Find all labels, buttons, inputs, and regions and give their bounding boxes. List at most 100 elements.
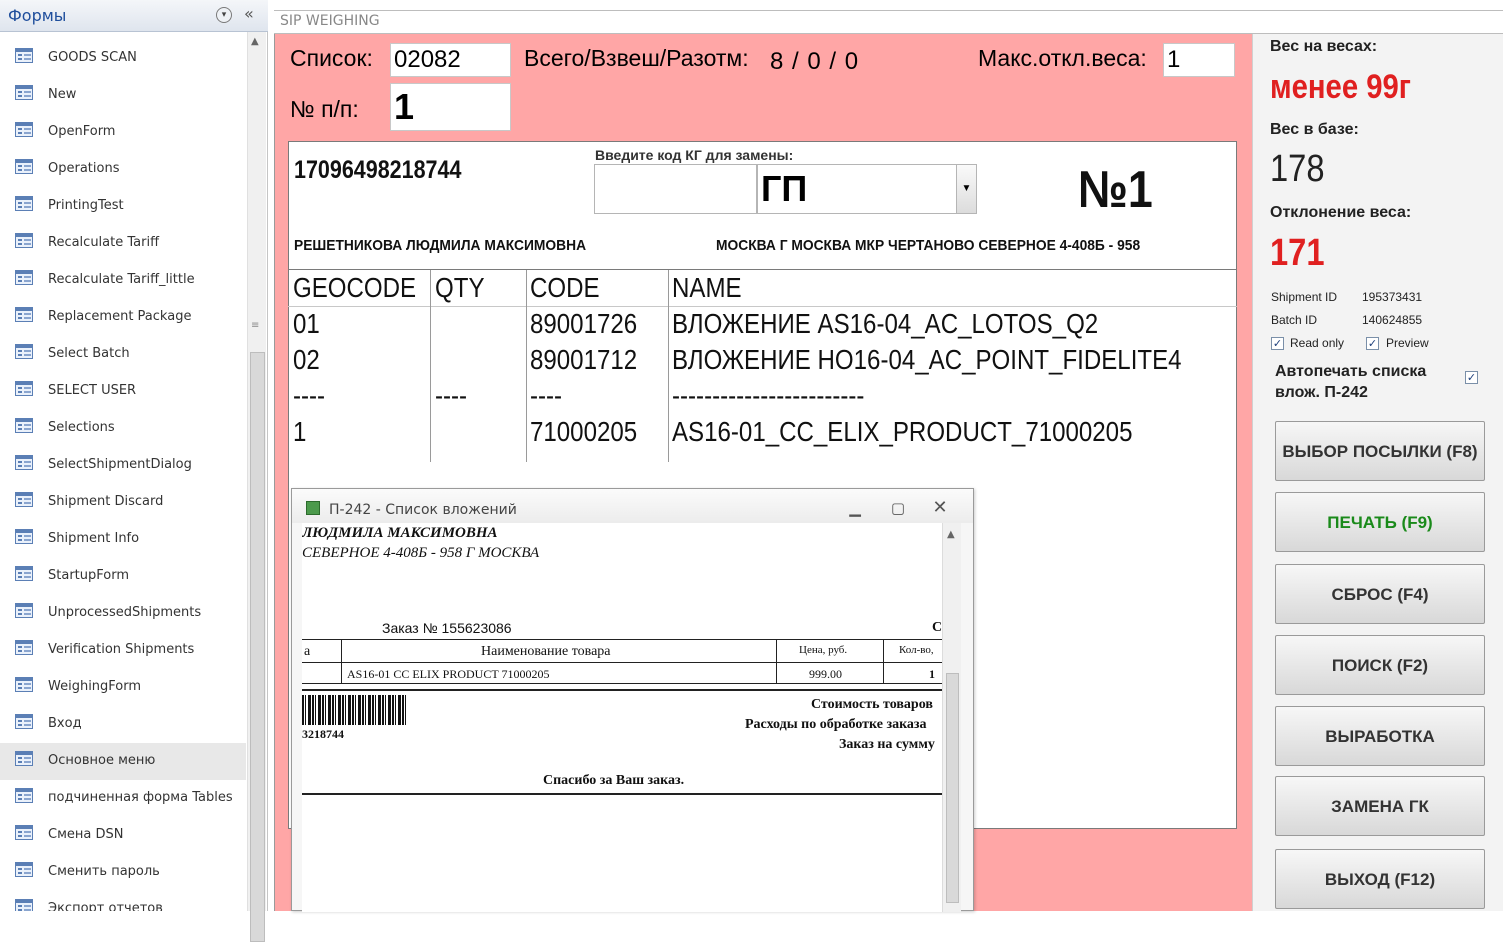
- nav-item[interactable]: Основное меню: [0, 743, 246, 780]
- chevron-down-icon[interactable]: ▾: [216, 7, 232, 23]
- nav-item-label: New: [48, 87, 77, 102]
- nav-item[interactable]: Сменить пароль: [0, 854, 246, 891]
- reset-button[interactable]: СБРОС (F4): [1275, 564, 1485, 624]
- report-order-number: Заказ № 155623086: [382, 620, 512, 636]
- seq-number-field[interactable]: 1: [390, 83, 511, 131]
- replace-gk-button[interactable]: ЗАМЕНА ГК: [1275, 776, 1485, 836]
- nav-item[interactable]: StartupForm: [0, 558, 246, 595]
- report-window[interactable]: П-242 - Список вложений ▁ ▢ ✕ ЛЮДМИЛА МА…: [291, 488, 974, 912]
- col-header-name: NAME: [672, 272, 742, 303]
- form-icon: [15, 270, 33, 285]
- nav-item[interactable]: UnprocessedShipments: [0, 595, 246, 632]
- print-button[interactable]: ПЕЧАТЬ (F9): [1275, 492, 1485, 552]
- maximize-icon[interactable]: ▢: [887, 499, 909, 517]
- report-divider: [302, 793, 942, 795]
- nav-item[interactable]: PrintingTest: [0, 188, 246, 225]
- nav-item-label: PrintingTest: [48, 198, 124, 213]
- report-window-titlebar[interactable]: П-242 - Список вложений ▁ ▢ ✕: [292, 489, 973, 523]
- form-icon: [15, 640, 33, 655]
- nav-scrollbar[interactable]: ▲ ≡: [247, 32, 266, 942]
- autoprint-label: Автопечать списка влож. П-242: [1275, 363, 1427, 401]
- cell-name: ВЛОЖЕНИЕ AS16-04_AC_LOTOS_Q2: [672, 308, 1099, 339]
- nav-item[interactable]: Replacement Package: [0, 299, 246, 336]
- report-item-name: AS16-01 CC ELIX PRODUCT 71000205: [347, 667, 550, 681]
- form-icon: [15, 677, 33, 692]
- nav-item[interactable]: SelectShipmentDialog: [0, 447, 246, 484]
- exit-button[interactable]: ВЫХОД (F12): [1275, 849, 1485, 909]
- nav-item[interactable]: Select Batch: [0, 336, 246, 373]
- minimize-icon[interactable]: ▁: [844, 499, 866, 517]
- list-label: Список:: [290, 45, 373, 71]
- navigation-pane: Формы ▾ « GOODS SCAN New OpenForm Operation…: [0, 0, 268, 942]
- nav-item-label: Вход: [48, 716, 82, 731]
- shipment-id-label: Shipment ID: [1271, 290, 1338, 304]
- nav-item[interactable]: OpenForm: [0, 114, 246, 151]
- cell-name: ------------------------: [672, 380, 865, 411]
- preview-label: Preview: [1386, 336, 1429, 350]
- nav-item-label: Shipment Discard: [48, 494, 164, 509]
- form-tab[interactable]: SIP WEIGHING: [274, 10, 1503, 34]
- form-icon: [15, 344, 33, 359]
- report-order-sum: Заказ на сумму: [839, 737, 935, 752]
- nav-title[interactable]: Формы: [8, 6, 66, 25]
- type-select-value: ГП: [761, 168, 808, 209]
- form-icon: [15, 85, 33, 100]
- select-shipment-button[interactable]: ВЫБОР ПОСЫЛКИ (F8): [1275, 421, 1485, 481]
- nav-item[interactable]: Operations: [0, 151, 246, 188]
- read-only-checkbox[interactable]: ✓: [1271, 337, 1284, 350]
- total-label: Всего/Взвеш/Разотм:: [524, 45, 749, 71]
- nav-item[interactable]: Recalculate Tariff: [0, 225, 246, 262]
- report-col-line: [776, 639, 777, 683]
- preview-checkbox[interactable]: ✓: [1366, 337, 1379, 350]
- nav-item-label: Основное меню: [48, 753, 156, 768]
- nav-item-label: SelectShipmentDialog: [48, 457, 192, 472]
- report-col-qty: Кол-во,: [899, 644, 934, 656]
- cell-qty: ----: [435, 380, 468, 411]
- nav-item[interactable]: New: [0, 77, 246, 114]
- form-icon: [15, 307, 33, 322]
- nav-item-label: Recalculate Tariff_little: [48, 272, 195, 287]
- form-icon: [15, 899, 33, 911]
- dropdown-arrow-icon[interactable]: ▼: [956, 165, 976, 213]
- nav-item[interactable]: Экспорт отчетов: [0, 891, 246, 911]
- list-number-field[interactable]: 02082: [390, 43, 511, 77]
- max-deviation-field[interactable]: 1: [1163, 43, 1235, 77]
- cell-code: 71000205: [530, 416, 638, 447]
- nav-item[interactable]: WeighingForm: [0, 669, 246, 706]
- nav-item[interactable]: Recalculate Tariff_little: [0, 262, 246, 299]
- col-header-code: CODE: [530, 272, 600, 303]
- type-select[interactable]: ГП ▼: [757, 164, 977, 214]
- nav-item[interactable]: подчиненная форма Tables: [0, 780, 246, 817]
- barcode-image: [302, 695, 407, 725]
- form-icon: [15, 751, 33, 766]
- autoprint-checkbox[interactable]: ✓: [1465, 371, 1478, 384]
- scroll-up-arrow-icon[interactable]: ▲: [947, 529, 955, 540]
- report-scrollbar[interactable]: ▲: [942, 523, 961, 912]
- collapse-pane-icon[interactable]: «: [244, 4, 254, 23]
- report-scroll-thumb[interactable]: [946, 673, 959, 903]
- search-button[interactable]: ПОИСК (F2): [1275, 635, 1485, 695]
- nav-item-label: WeighingForm: [48, 679, 142, 694]
- nav-item[interactable]: Selections: [0, 410, 246, 447]
- report-cost-processing: Расходы по обработке заказа: [745, 717, 927, 732]
- weight-in-db-value: 178: [1270, 148, 1325, 190]
- cell-code: 89001726: [530, 308, 638, 339]
- nav-item[interactable]: Смена DSN: [0, 817, 246, 854]
- nav-item[interactable]: Shipment Info: [0, 521, 246, 558]
- nav-item[interactable]: SELECT USER: [0, 373, 246, 410]
- nav-item[interactable]: Shipment Discard: [0, 484, 246, 521]
- scroll-up-arrow-icon[interactable]: ▲: [251, 36, 259, 47]
- nav-item[interactable]: Вход: [0, 706, 246, 743]
- form-icon: [15, 159, 33, 174]
- close-icon[interactable]: ✕: [929, 499, 951, 517]
- replace-code-input[interactable]: [594, 164, 757, 214]
- shipment-number: №1: [1078, 161, 1153, 219]
- form-icon: [15, 418, 33, 433]
- form-icon: [15, 196, 33, 211]
- nav-item[interactable]: Verification Shipments: [0, 632, 246, 669]
- report-col-line: [883, 639, 884, 683]
- output-button[interactable]: ВЫРАБОТКА: [1275, 706, 1485, 766]
- nav-scroll-thumb[interactable]: [250, 352, 265, 942]
- nav-header: Формы ▾ «: [0, 0, 268, 32]
- nav-item[interactable]: GOODS SCAN: [0, 40, 246, 77]
